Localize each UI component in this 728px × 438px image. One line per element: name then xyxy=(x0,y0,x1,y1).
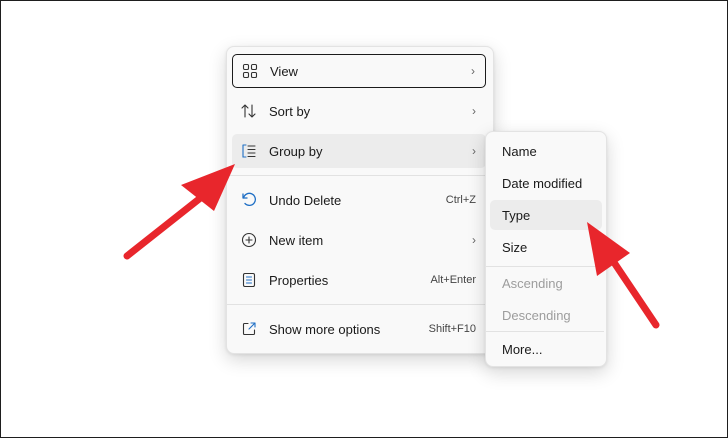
arrow-to-group-by xyxy=(123,164,235,260)
annotation-arrows xyxy=(123,164,660,329)
arrow-to-type xyxy=(587,222,660,329)
